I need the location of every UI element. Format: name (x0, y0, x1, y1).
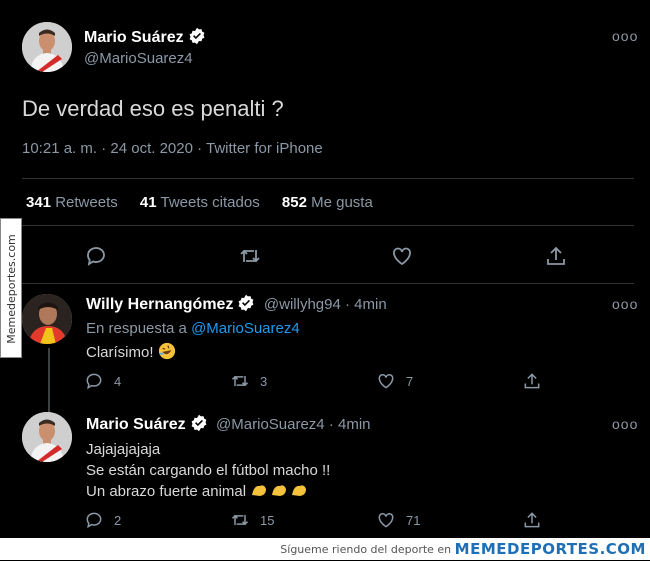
divider (22, 225, 634, 226)
rolling-laughing-emoji-icon (158, 342, 176, 366)
tweet-text: De verdad eso es penalti ? (22, 96, 284, 121)
author-name[interactable]: Willy Hernangómez @willyhg94 · 4min (86, 294, 387, 317)
share-action[interactable] (522, 371, 552, 391)
author-name[interactable]: Mario Suárez @MarioSuarez4 · 4min (86, 414, 371, 437)
ellipsis-icon[interactable]: ooo (612, 28, 638, 44)
side-watermark-text: Memedeportes.com (5, 234, 18, 344)
avatar[interactable] (22, 294, 72, 344)
reply-action[interactable]: 2 (84, 510, 121, 530)
divider (22, 283, 634, 284)
likes-stat[interactable]: 852 Me gusta (282, 194, 373, 211)
retweet-icon[interactable] (238, 244, 262, 268)
tweet-stats: 341 Retweets 41 Tweets citados 852 Me gu… (26, 194, 391, 211)
footer-watermark: Sígueme riendo del deporte en MEMEDEPORT… (0, 538, 650, 560)
like-action[interactable]: 7 (376, 371, 413, 391)
reply-text: Clarísimo! (86, 342, 176, 366)
quotes-stat[interactable]: 41 Tweets citados (140, 194, 260, 211)
ellipsis-icon[interactable]: ooo (612, 416, 638, 432)
tweet-timestamp[interactable]: 10:21 a. m. · 24 oct. 2020 · Twitter for… (22, 140, 323, 157)
reply-text-line: Se están cargando el fútbol macho !! (86, 462, 331, 479)
like-action[interactable]: 71 (376, 510, 420, 530)
share-action[interactable] (522, 510, 552, 530)
thread-line (48, 348, 50, 412)
verified-badge-icon (188, 27, 206, 50)
author-handle[interactable]: @willyhg94 · 4min (264, 296, 387, 313)
footer-brand: MEMEDEPORTES.COM (454, 540, 646, 558)
in-reply-to-link[interactable]: @MarioSuarez4 (191, 320, 300, 337)
flexed-biceps-icon (250, 481, 310, 505)
in-reply-to: En respuesta a @MarioSuarez4 (86, 320, 300, 337)
footer-text: Sígueme riendo del deporte en (280, 543, 452, 556)
retweet-action[interactable]: 15 (230, 510, 274, 530)
reply-text-line: Jajajajajaja (86, 441, 161, 458)
reply-icon[interactable] (84, 244, 108, 268)
reply-action[interactable]: 4 (84, 371, 121, 391)
divider (22, 178, 634, 179)
verified-badge-icon (237, 294, 255, 317)
author-handle[interactable]: @MarioSuarez4 (84, 50, 193, 67)
like-icon[interactable] (390, 244, 414, 268)
share-icon[interactable] (544, 244, 568, 268)
retweets-stat[interactable]: 341 Retweets (26, 194, 118, 211)
tweet-thread: Mario Suárez @MarioSuarez4 ooo De verdad… (0, 0, 650, 538)
avatar[interactable] (22, 412, 72, 462)
author-handle[interactable]: @MarioSuarez4 · 4min (216, 416, 370, 433)
reply-text-line: Un abrazo fuerte animal (86, 481, 310, 505)
avatar[interactable] (22, 22, 72, 72)
side-watermark: Memedeportes.com (0, 218, 22, 358)
verified-badge-icon (190, 414, 208, 437)
author-name[interactable]: Mario Suárez (84, 27, 206, 50)
retweet-action[interactable]: 3 (230, 371, 267, 391)
ellipsis-icon[interactable]: ooo (612, 296, 638, 312)
